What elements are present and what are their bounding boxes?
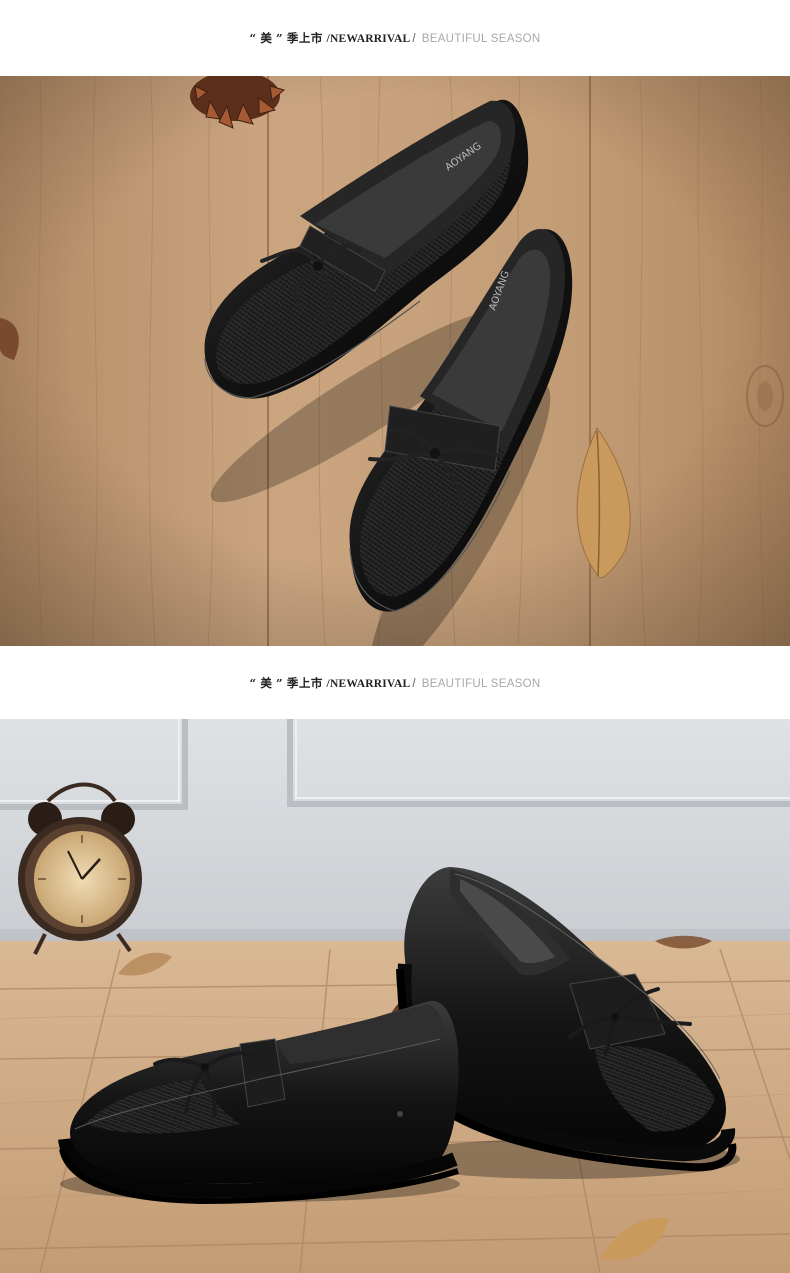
title-cn-rest: 季上市 [286,675,323,690]
title-quote-open: “ [249,675,257,690]
title-new-arrival: /NEWARRIVAL [326,677,411,690]
title-quoted-char: 美 [260,675,273,690]
title-quote-close: ” [276,675,284,690]
title-quote-close: ” [276,31,284,45]
title-beautiful-season: BEAUTIFUL SEASON [421,33,541,45]
title-line: “ 美 ” 季上市 /NEWARRIVAL / BEAUTIFUL SEASON [249,675,540,691]
title-quote-open: “ [249,31,257,45]
title-quoted-char: 美 [260,31,273,45]
shoes-with-clock-photo [0,719,790,1273]
title-separator: / [412,677,417,690]
section-title-1: “ 美 ” 季上市 /NEWARRIVAL / BEAUTIFUL SEASON [0,0,790,76]
product-detail-page: “ 美 ” 季上市 /NEWARRIVAL/ BEAUTIFUL SEASON [0,0,790,1273]
title-line: “ 美 ” 季上市 /NEWARRIVAL / BEAUTIFUL SEASON [249,30,540,46]
title-cn-rest: 季上市 [286,31,323,45]
title-separator: / [412,33,417,45]
title-beautiful-season: BEAUTIFUL SEASON [421,677,541,690]
shoes-on-wood-photo: AOYANG AOYANG [0,76,790,646]
title-new-arrival: /NEWARRIVAL [326,33,411,45]
section-title-2: “ 美 ” 季上市 /NEWARRIVAL / BEAUTIFUL SEASON [0,646,790,719]
